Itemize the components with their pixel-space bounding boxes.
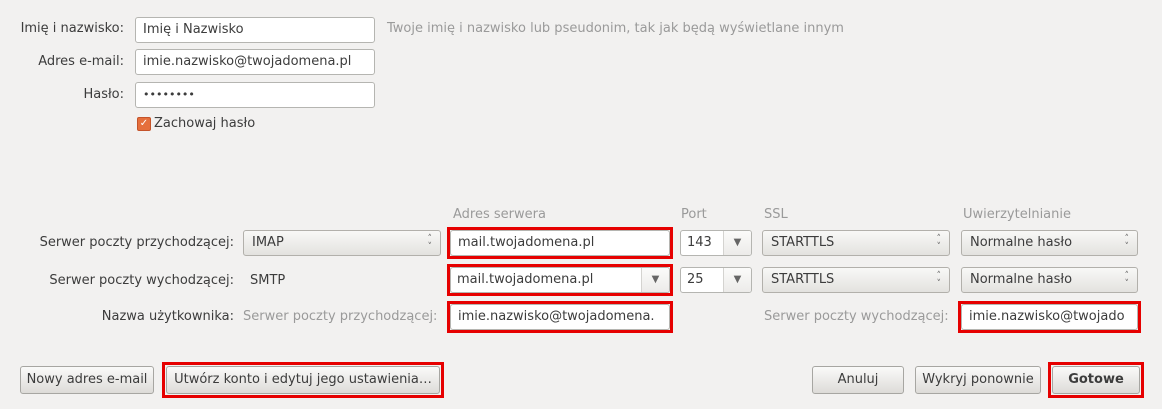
cancel-button[interactable]: Anuluj xyxy=(812,366,904,394)
updown-arrows-icon: ˄ ˅ xyxy=(1124,271,1130,289)
header-port: Port xyxy=(681,207,707,222)
outgoing-protocol-value: SMTP xyxy=(250,273,286,288)
name-label: Imię i nazwisko: xyxy=(20,21,124,36)
incoming-username-field[interactable]: imie.nazwisko@twojadomena. xyxy=(450,304,670,330)
outgoing-port-value: 25 xyxy=(687,272,704,287)
incoming-protocol-value: IMAP xyxy=(252,235,284,250)
updown-arrows-icon: ˄ ˅ xyxy=(936,271,942,289)
remember-password-checkbox[interactable]: ✓ xyxy=(137,117,151,131)
incoming-ssl-value: STARTTLS xyxy=(771,235,835,250)
incoming-server-label: Serwer poczty przychodzącej: xyxy=(39,235,234,250)
done-button[interactable]: Gotowe xyxy=(1052,366,1140,394)
redetect-button[interactable]: Wykryj ponownie xyxy=(915,366,1041,394)
outgoing-server-label: Serwer poczty wychodzącej: xyxy=(49,273,234,288)
updown-arrows-icon: ˄ ˅ xyxy=(427,234,433,252)
outgoing-auth-select[interactable]: Normalne hasło ˄ ˅ xyxy=(961,267,1138,293)
outgoing-port-combo[interactable]: 25 ▼ xyxy=(680,267,752,293)
password-field[interactable]: •••••••• xyxy=(135,82,375,108)
incoming-ssl-select[interactable]: STARTTLS ˄ ˅ xyxy=(762,230,950,256)
outgoing-ssl-value: STARTTLS xyxy=(771,272,835,287)
create-account-button[interactable]: Utwórz konto i edytuj jego ustawienia… xyxy=(166,366,440,394)
incoming-auth-value: Normalne hasło xyxy=(970,235,1073,250)
username-label: Nazwa użytkownika: xyxy=(101,309,234,324)
remember-password-label: Zachowaj hasło xyxy=(154,116,256,131)
header-ssl: SSL xyxy=(764,207,788,222)
outgoing-auth-value: Normalne hasło xyxy=(970,272,1073,287)
chevron-down-icon[interactable]: ▼ xyxy=(723,231,751,255)
incoming-server-field[interactable]: mail.twojadomena.pl xyxy=(450,230,670,256)
header-auth: Uwierzytelnianie xyxy=(963,207,1071,222)
outgoing-ssl-select[interactable]: STARTTLS ˄ ˅ xyxy=(762,267,950,293)
email-field[interactable]: imie.nazwisko@twojadomena.pl xyxy=(135,49,375,75)
header-server-address: Adres serwera xyxy=(453,207,546,222)
email-label: Adres e-mail: xyxy=(38,54,124,69)
new-email-button[interactable]: Nowy adres e-mail xyxy=(20,366,154,394)
incoming-auth-select[interactable]: Normalne hasło ˄ ˅ xyxy=(961,230,1138,256)
updown-arrows-icon: ˄ ˅ xyxy=(936,234,942,252)
password-label: Hasło: xyxy=(83,87,124,102)
incoming-port-value: 143 xyxy=(687,235,712,250)
name-field[interactable]: Imię i Nazwisko xyxy=(135,17,375,43)
chevron-down-icon[interactable]: ▼ xyxy=(723,268,751,292)
outgoing-server-value: mail.twojadomena.pl xyxy=(457,272,594,287)
chevron-down-icon[interactable]: ▼ xyxy=(641,268,669,292)
incoming-protocol-select[interactable]: IMAP ˄ ˅ xyxy=(243,230,441,256)
incoming-port-combo[interactable]: 143 ▼ xyxy=(680,230,752,256)
updown-arrows-icon: ˄ ˅ xyxy=(1124,234,1130,252)
outgoing-username-field[interactable]: imie.nazwisko@twojado xyxy=(961,304,1138,330)
outgoing-server-combo[interactable]: mail.twojadomena.pl ▼ xyxy=(450,267,670,293)
name-hint: Twoje imię i nazwisko lub pseudonim, tak… xyxy=(387,21,844,36)
username-outgoing-hint: Serwer poczty wychodzącej: xyxy=(764,309,949,324)
username-incoming-hint: Serwer poczty przychodzącej: xyxy=(243,309,438,324)
